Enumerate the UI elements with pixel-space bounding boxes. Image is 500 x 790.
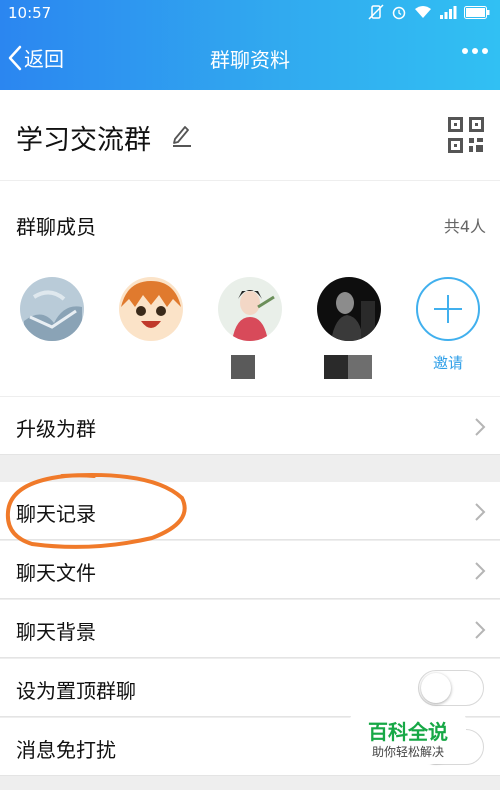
members-title: 群聊成员	[16, 215, 96, 239]
invite-label[interactable]: 邀请	[416, 352, 480, 373]
menu-item-pin-chat: 设为置顶群聊	[0, 659, 500, 717]
group-name-row[interactable]: 学习交流群	[0, 90, 500, 180]
status-time: 10:57	[8, 4, 52, 22]
avatar-image	[20, 277, 84, 341]
pin-chat-toggle[interactable]	[418, 670, 484, 706]
status-icons	[368, 4, 490, 20]
page-title: 群聊资料	[210, 48, 290, 72]
app-header: 10:57 返回 群聊资料	[0, 0, 500, 90]
menu-item-label: 聊天背景	[16, 620, 96, 644]
watermark-title: 百科全说	[368, 720, 448, 744]
toggle-knob	[421, 673, 451, 703]
vibrate-icon	[368, 4, 384, 20]
menu-item-chat-background[interactable]: 聊天背景	[0, 600, 500, 658]
menu-item-upgrade[interactable]: 升级为群	[0, 397, 500, 455]
watermark-subtitle: 助你轻松解决	[371, 745, 444, 759]
edit-icon[interactable]	[172, 123, 192, 147]
group-members-section: 群聊成员 共4人 邀请	[0, 181, 500, 396]
avatar-image	[218, 277, 282, 341]
menu-item-chat-history[interactable]: 聊天记录	[0, 482, 500, 540]
status-bar: 10:57	[0, 0, 500, 26]
member-avatar[interactable]	[218, 277, 282, 341]
chevron-right-icon	[475, 418, 486, 436]
more-dot-icon	[472, 48, 478, 54]
menu-item-label: 设为置顶群聊	[16, 679, 136, 703]
member-name-redacted	[231, 355, 255, 379]
avatar-image	[317, 277, 381, 341]
qr-code-icon[interactable]	[448, 117, 484, 153]
invite-button[interactable]	[416, 277, 480, 341]
chevron-right-icon	[475, 503, 486, 521]
menu-item-chat-files[interactable]: 聊天文件	[0, 541, 500, 599]
menu-item-label: 聊天文件	[16, 561, 96, 585]
menu-item-label: 聊天记录	[16, 502, 96, 526]
wifi-icon	[415, 6, 431, 18]
menu-item-label: 升级为群	[16, 417, 96, 441]
chevron-right-icon	[475, 621, 486, 639]
member-avatar[interactable]	[317, 277, 381, 341]
more-dot-icon	[462, 48, 468, 54]
more-dot-icon	[482, 48, 488, 54]
watermark-logo: 百科全说 助你轻松解决	[350, 712, 466, 770]
group-name: 学习交流群	[16, 125, 151, 156]
member-name-redacted	[324, 355, 348, 379]
member-avatar[interactable]	[20, 277, 84, 341]
chevron-right-icon	[475, 562, 486, 580]
member-name-redacted	[348, 355, 372, 379]
more-menu-button[interactable]	[462, 48, 488, 54]
menu-item-label: 消息免打扰	[16, 738, 116, 762]
member-avatar[interactable]	[119, 277, 183, 341]
signal-icon	[440, 6, 457, 19]
members-count[interactable]: 共4人	[444, 213, 486, 237]
battery-icon	[464, 5, 490, 19]
avatar-image	[119, 277, 183, 341]
nav-bar: 返回 群聊资料	[0, 26, 500, 90]
alarm-icon	[392, 6, 406, 20]
